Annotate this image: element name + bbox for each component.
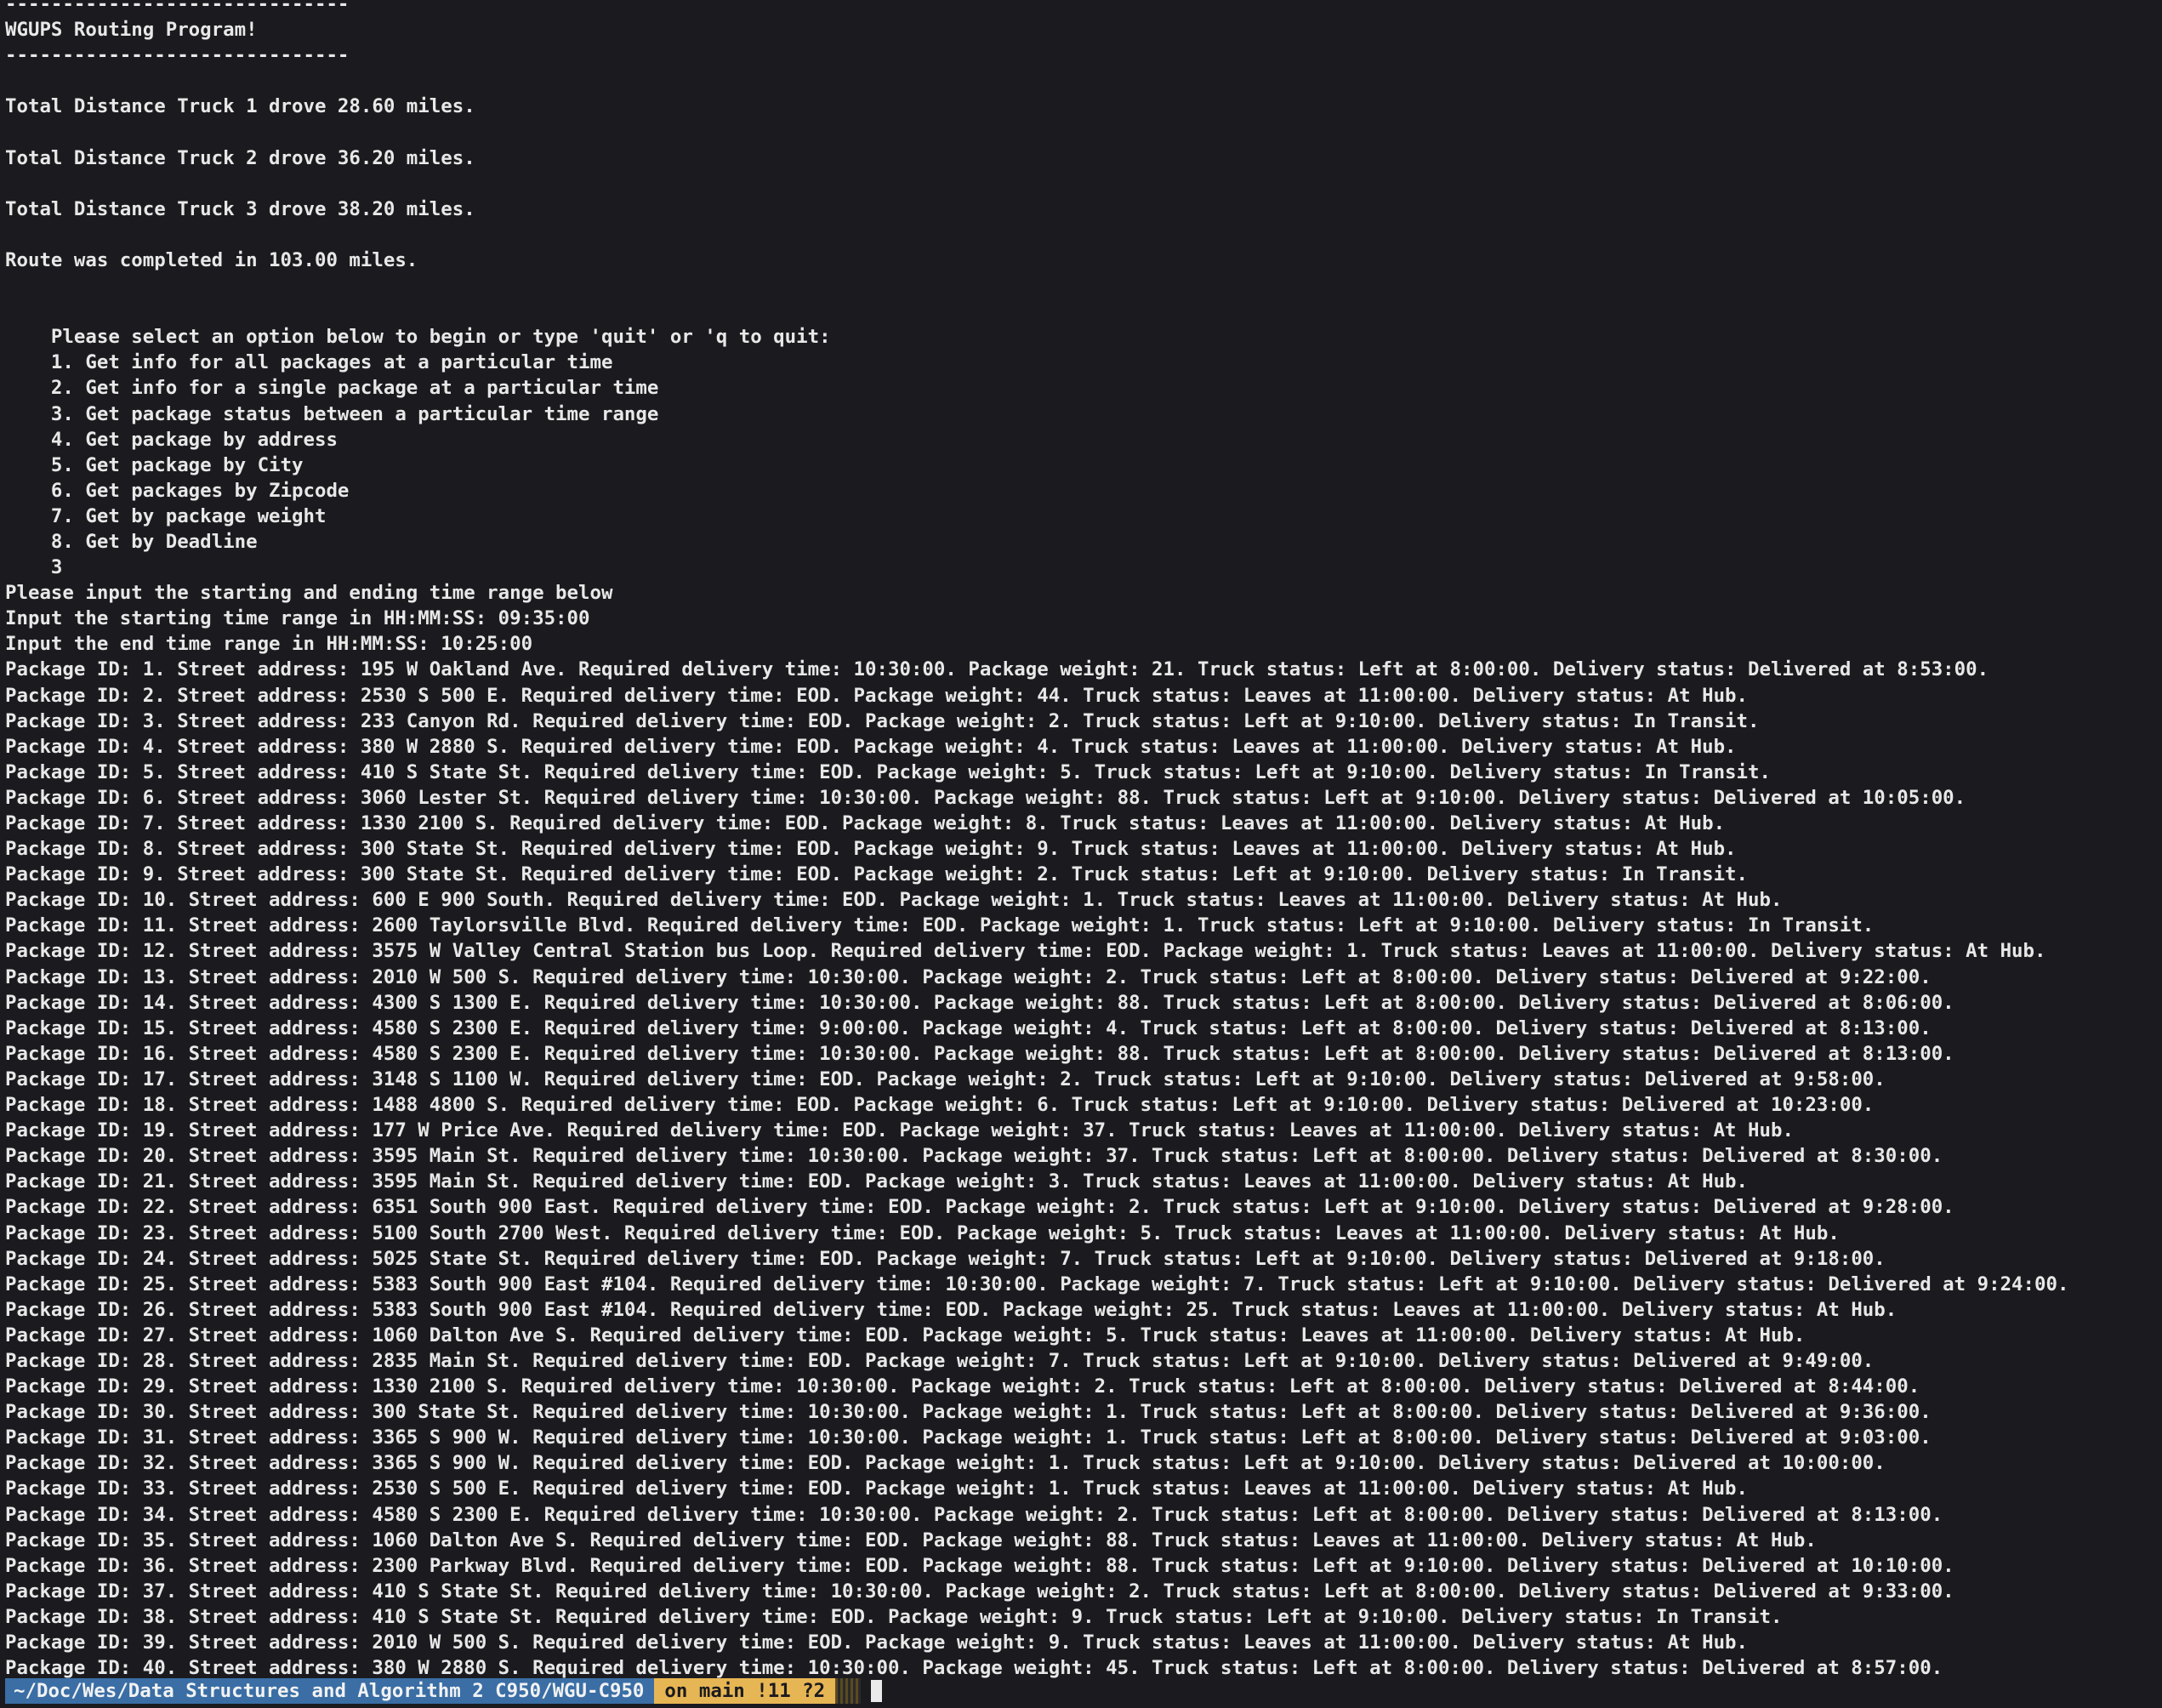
terminal-line: Please input the starting and ending tim… (5, 582, 613, 605)
terminal-line: Package ID: 5. Street address: 410 S Sta… (5, 760, 1771, 783)
terminal-line: Package ID: 34. Street address: 4580 S 2… (5, 1503, 1943, 1526)
terminal-line: Package ID: 3. Street address: 233 Canyo… (5, 709, 1760, 732)
terminal-line: Package ID: 27. Street address: 1060 Dal… (5, 1324, 1806, 1346)
terminal-line: Package ID: 37. Street address: 410 S St… (5, 1580, 1954, 1603)
terminal-line: Package ID: 30. Street address: 300 Stat… (5, 1401, 1932, 1424)
terminal-line: Package ID: 21. Street address: 3595 Mai… (5, 1170, 1749, 1193)
terminal-line: ------------------------------ (5, 44, 350, 67)
terminal-line: Package ID: 6. Street address: 3060 Lest… (5, 786, 1966, 809)
terminal-line: Input the starting time range in HH:MM:S… (5, 607, 590, 630)
terminal-line: Total Distance Truck 3 drove 38.20 miles… (5, 197, 475, 220)
terminal-line: Package ID: 26. Street address: 5383 Sou… (5, 1298, 1897, 1321)
prompt-separator (835, 1678, 862, 1704)
terminal-line: Package ID: 4. Street address: 380 W 288… (5, 735, 1737, 758)
terminal-line: 2. Get info for a single package at a pa… (5, 377, 659, 400)
terminal-line: 7. Get by package weight (5, 504, 327, 527)
terminal-line: Package ID: 33. Street address: 2530 S 5… (5, 1477, 1749, 1500)
terminal-line: Package ID: 36. Street address: 2300 Par… (5, 1554, 1954, 1577)
terminal-line: ------------------------------ (5, 0, 350, 15)
terminal-line: Package ID: 1. Street address: 195 W Oak… (5, 658, 1989, 681)
terminal-line: Total Distance Truck 1 drove 28.60 miles… (5, 95, 475, 118)
prompt-path: ~/Doc/Wes/Data Structures and Algorithm … (5, 1678, 655, 1704)
terminal-line: Package ID: 13. Street address: 2010 W 5… (5, 965, 1932, 988)
terminal-line: Package ID: 8. Street address: 300 State… (5, 838, 1737, 861)
terminal-line: Package ID: 31. Street address: 3365 S 9… (5, 1426, 1932, 1449)
terminal-line: Package ID: 2. Street address: 2530 S 50… (5, 684, 1749, 707)
terminal-line: 3. Get package status between a particul… (5, 402, 659, 425)
text-cursor[interactable] (871, 1680, 883, 1702)
terminal-line: Package ID: 15. Street address: 4580 S 2… (5, 1016, 1932, 1039)
terminal-line: Input the end time range in HH:MM:SS: 10… (5, 633, 533, 656)
terminal-line: 1. Get info for all packages at a partic… (5, 351, 613, 374)
terminal-line: Package ID: 14. Street address: 4300 S 1… (5, 991, 1954, 1014)
terminal-line: Package ID: 22. Street address: 6351 Sou… (5, 1196, 1954, 1219)
terminal-line: Package ID: 40. Street address: 380 W 28… (5, 1657, 1943, 1680)
terminal-line: Package ID: 20. Street address: 3595 Mai… (5, 1145, 1943, 1168)
terminal-line: WGUPS Routing Program! (5, 19, 258, 42)
shell-prompt: ~/Doc/Wes/Data Structures and Algorithm … (5, 1678, 883, 1704)
terminal-line: Package ID: 25. Street address: 5383 Sou… (5, 1272, 2069, 1295)
terminal-line: Package ID: 17. Street address: 3148 S 1… (5, 1068, 1886, 1090)
terminal-line: Package ID: 24. Street address: 5025 Sta… (5, 1247, 1886, 1270)
terminal-line: 4. Get package by address (5, 428, 338, 451)
terminal-line: Package ID: 35. Street address: 1060 Dal… (5, 1529, 1817, 1551)
terminal-line: Package ID: 10. Street address: 600 E 90… (5, 889, 1783, 912)
terminal-line: Please select an option below to begin o… (5, 326, 831, 349)
terminal-line: Package ID: 32. Street address: 3365 S 9… (5, 1452, 1886, 1475)
prompt-git-status: on main !11 ?2 (654, 1678, 836, 1704)
terminal-line: Total Distance Truck 2 drove 36.20 miles… (5, 146, 475, 169)
terminal-line: 5. Get package by City (5, 453, 304, 476)
terminal-line: Package ID: 12. Street address: 3575 W V… (5, 940, 2046, 963)
terminal-line: Route was completed in 103.00 miles. (5, 248, 418, 271)
terminal-line: Package ID: 39. Street address: 2010 W 5… (5, 1631, 1749, 1654)
terminal-line: Package ID: 28. Street address: 2835 Mai… (5, 1349, 1875, 1372)
terminal-output: ------------------------------ WGUPS Rout… (5, 0, 2157, 1681)
terminal-line: 3 (5, 556, 63, 579)
terminal-line: Package ID: 29. Street address: 1330 210… (5, 1375, 1920, 1398)
terminal-line: Package ID: 9. Street address: 300 State… (5, 863, 1749, 886)
terminal-line: Package ID: 7. Street address: 1330 2100… (5, 812, 1726, 834)
terminal-line: Package ID: 18. Street address: 1488 480… (5, 1094, 1875, 1117)
terminal-line: Package ID: 23. Street address: 5100 Sou… (5, 1221, 1840, 1244)
terminal-line: Package ID: 16. Street address: 4580 S 2… (5, 1042, 1954, 1065)
terminal-line: Package ID: 38. Street address: 410 S St… (5, 1605, 1783, 1628)
terminal-line: 6. Get packages by Zipcode (5, 479, 350, 502)
terminal-line: Package ID: 11. Street address: 2600 Tay… (5, 914, 1875, 937)
terminal-line: Package ID: 19. Street address: 177 W Pr… (5, 1119, 1794, 1142)
terminal-line: 8. Get by Deadline (5, 530, 258, 553)
